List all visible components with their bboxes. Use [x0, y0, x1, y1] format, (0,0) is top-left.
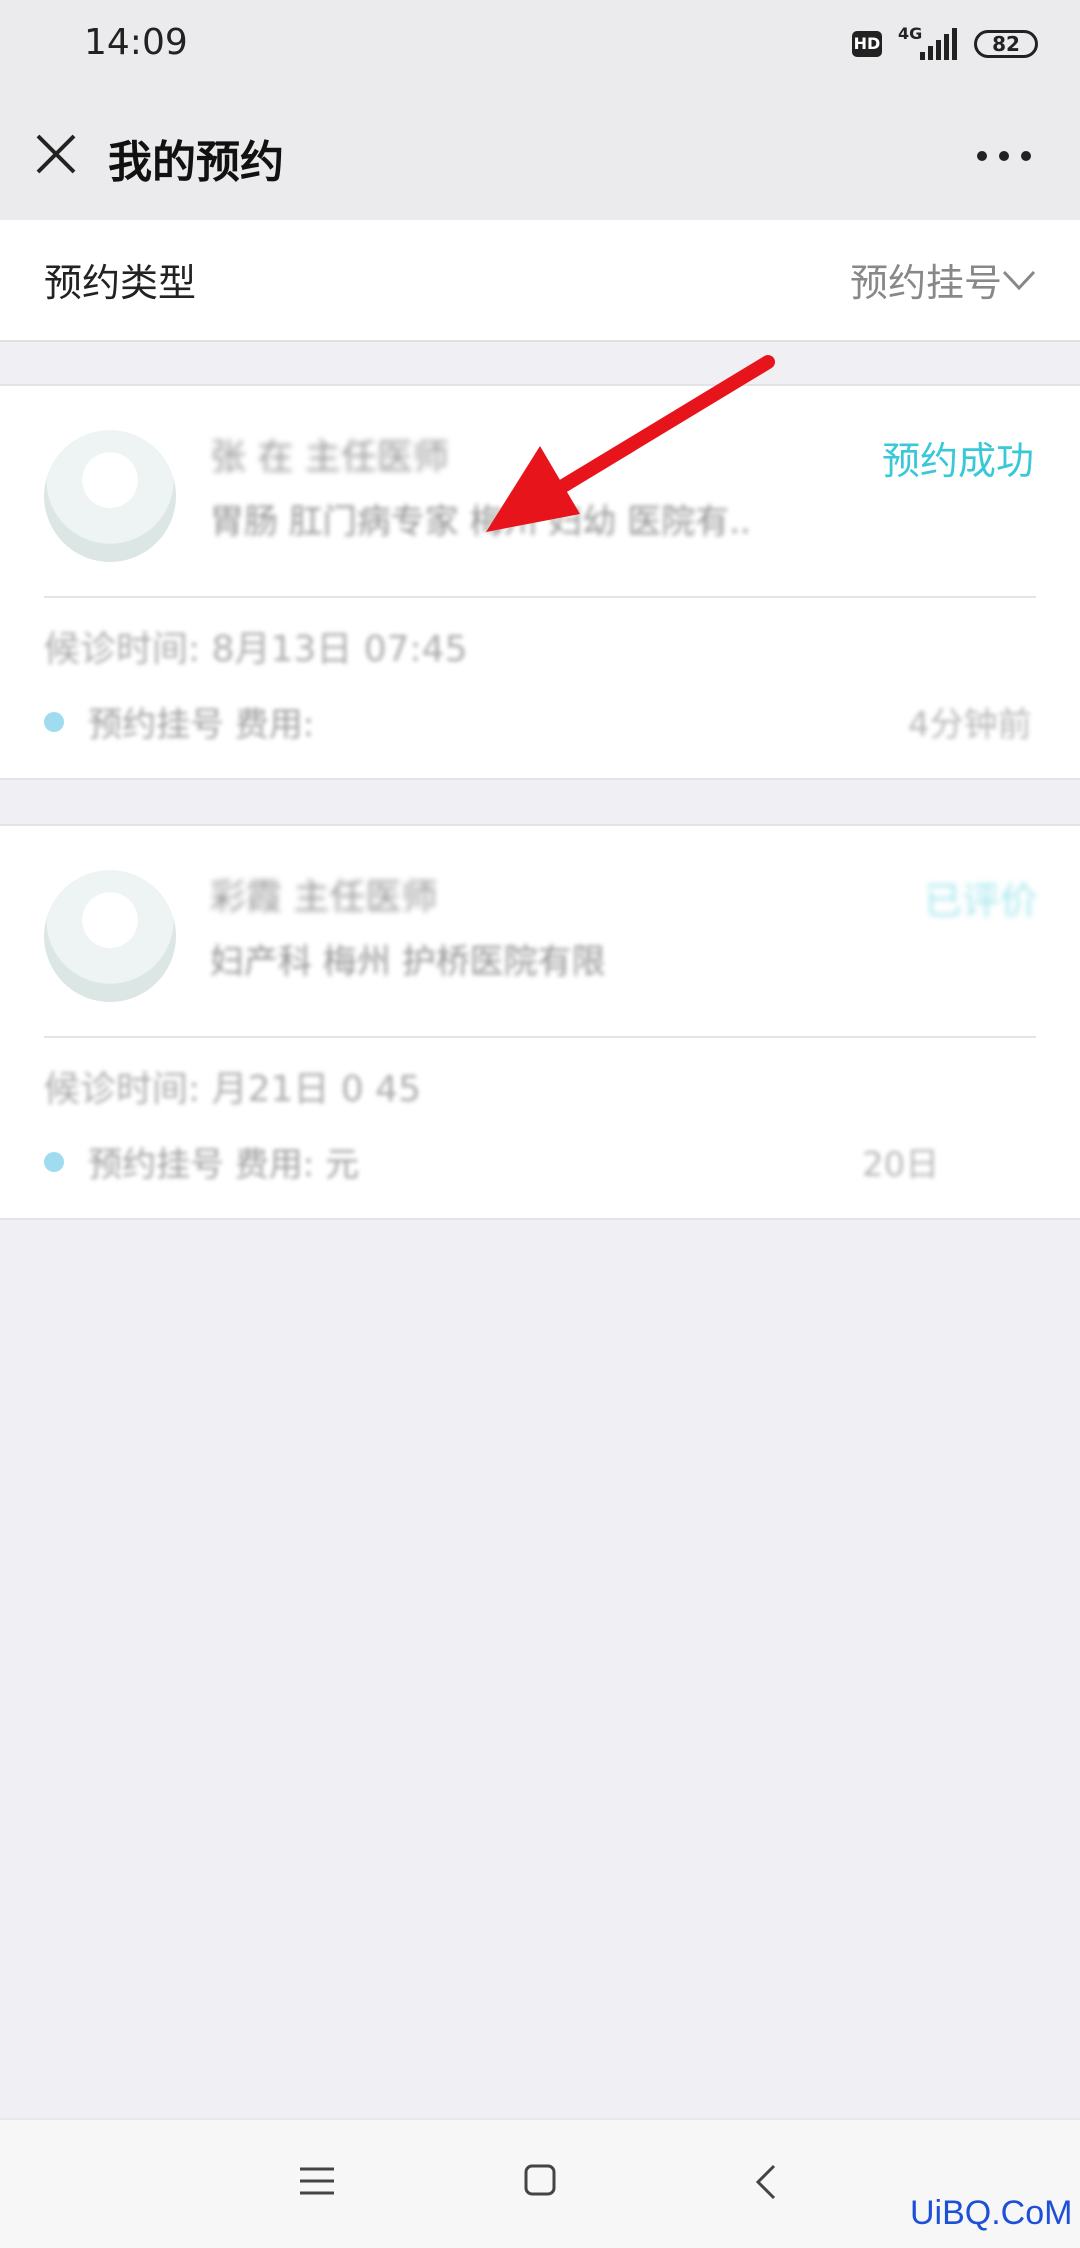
fee-info: 预约挂号 费用: 元 [88, 1145, 360, 1185]
status-badge: 预约成功 [882, 439, 1035, 483]
doctor-avatar [44, 430, 176, 562]
annotation-arrow-icon [486, 355, 775, 532]
time-ago: 20日 [862, 1145, 940, 1185]
home-icon[interactable] [524, 2164, 556, 2196]
watermark: UiBQ.CoM [910, 2194, 1073, 2232]
page-title: 我的预约 [108, 137, 284, 188]
time-ago: 4分钟前 [908, 705, 1032, 745]
status-dot [44, 712, 64, 732]
divider [44, 1036, 1036, 1038]
fee-info: 预约挂号 费用: [88, 705, 315, 745]
visit-time: 候诊时间: 月21日 0 45 [44, 1069, 421, 1110]
status-dot [44, 1152, 64, 1172]
filter-label: 预约类型 [44, 261, 197, 305]
doctor-department: 妇产科 梅州 护桥医院有限 [210, 942, 606, 982]
menu-icon[interactable] [300, 2166, 334, 2196]
battery-icon: 82 [974, 30, 1038, 58]
hd-icon: HD [852, 31, 882, 57]
signal-icon [920, 28, 957, 60]
divider [44, 596, 1036, 598]
status-time: 14:09 [84, 22, 188, 63]
close-icon[interactable] [32, 130, 80, 178]
doctor-name: 张 在 主任医师 [210, 437, 449, 478]
chevron-down-icon[interactable] [1002, 262, 1036, 296]
filter-value[interactable]: 预约挂号 [850, 252, 1002, 307]
status-badge: 已评价 [924, 879, 1039, 923]
back-icon[interactable] [754, 2164, 778, 2200]
doctor-name: 彩霞 主任医师 [210, 877, 438, 918]
visit-time: 候诊时间: 8月13日 07:45 [44, 629, 468, 670]
more-icon[interactable] [976, 150, 1032, 162]
doctor-avatar [44, 870, 176, 1002]
